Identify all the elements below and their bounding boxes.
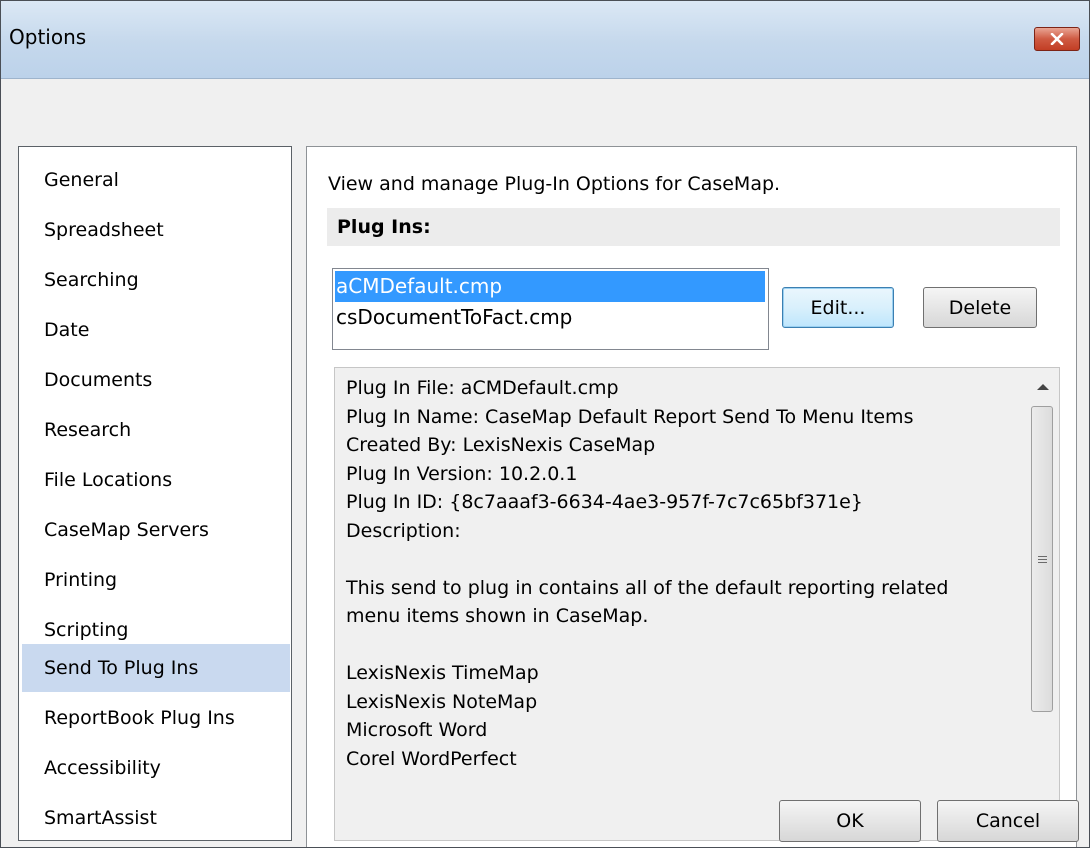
nav-item-research[interactable]: Research (22, 406, 290, 454)
details-line: Description: (346, 519, 461, 542)
plugin-list-item[interactable]: aCMDefault.cmp (335, 271, 765, 302)
nav-item-date[interactable]: Date (22, 306, 290, 354)
dialog-body: General Spreadsheet Searching Date Docum… (1, 79, 1089, 847)
nav-item-send-to-plug-ins[interactable]: Send To Plug Ins (22, 644, 290, 692)
plug-in-options-panel: View and manage Plug-In Options for Case… (306, 146, 1077, 847)
details-line: LexisNexis NoteMap (346, 690, 538, 713)
window-title: Options (9, 25, 87, 49)
details-line: Microsoft Word (346, 719, 488, 741)
scroll-thumb[interactable] (1031, 406, 1053, 712)
plug-in-details-box[interactable]: Plug In File: aCMDefault.cmp Plug In Name… (334, 367, 1060, 841)
details-line (346, 545, 1026, 574)
plug-ins-listbox[interactable]: aCMDefault.cmp csDocumentToFact.cmp (332, 268, 769, 350)
nav-item-casemap-servers[interactable]: CaseMap Servers (22, 506, 290, 554)
close-button[interactable] (1034, 27, 1080, 51)
details-line: Plug In Version: 10.2.0.1 (346, 462, 578, 485)
details-line: menu items shown in CaseMap. (346, 605, 649, 627)
details-line: Corel WordPerfect (346, 747, 517, 770)
options-category-list: General Spreadsheet Searching Date Docum… (18, 146, 292, 841)
scroll-up-arrow-icon[interactable] (1037, 384, 1049, 390)
nav-item-accessibility[interactable]: Accessibility (22, 744, 290, 792)
nav-item-smartassist[interactable]: SmartAssist (22, 794, 290, 842)
panel-description: View and manage Plug-In Options for Case… (328, 173, 781, 195)
nav-item-printing[interactable]: Printing (22, 556, 290, 604)
details-line: Plug In File: aCMDefault.cmp (346, 377, 619, 399)
plugin-list-item[interactable]: csDocumentToFact.cmp (335, 302, 765, 333)
details-line: Plug In Name: CaseMap Default Report Sen… (346, 405, 914, 428)
details-scrollbar[interactable] (1028, 369, 1058, 839)
nav-item-general[interactable]: General (22, 156, 290, 204)
nav-item-file-locations[interactable]: File Locations (22, 456, 290, 504)
details-line: Created By: LexisNexis CaseMap (346, 434, 656, 456)
delete-button[interactable]: Delete (923, 287, 1037, 328)
ok-button[interactable]: OK (779, 800, 921, 842)
nav-item-reportbook-plug-ins[interactable]: ReportBook Plug Ins (22, 694, 290, 742)
details-line (346, 631, 1026, 660)
cancel-button[interactable]: Cancel (937, 800, 1079, 842)
nav-item-spreadsheet[interactable]: Spreadsheet (22, 206, 290, 254)
title-bar[interactable]: Options (1, 1, 1089, 79)
nav-item-documents[interactable]: Documents (22, 356, 290, 404)
close-icon (1050, 33, 1064, 45)
plug-in-details-text: Plug In File: aCMDefault.cmp Plug In Name… (346, 374, 1026, 773)
details-line: This send to plug in contains all of the… (346, 576, 949, 599)
details-line: LexisNexis TimeMap (346, 662, 539, 684)
options-dialog: Options General Spreadsheet Searching Da… (0, 0, 1090, 848)
grip-icon (1038, 556, 1047, 565)
details-line: Plug In ID: {8c7aaaf3-6634-4ae3-957f-7c7… (346, 491, 863, 513)
plug-ins-header: Plug Ins: (327, 208, 1060, 246)
nav-item-searching[interactable]: Searching (22, 256, 290, 304)
edit-button[interactable]: Edit... (782, 287, 894, 328)
